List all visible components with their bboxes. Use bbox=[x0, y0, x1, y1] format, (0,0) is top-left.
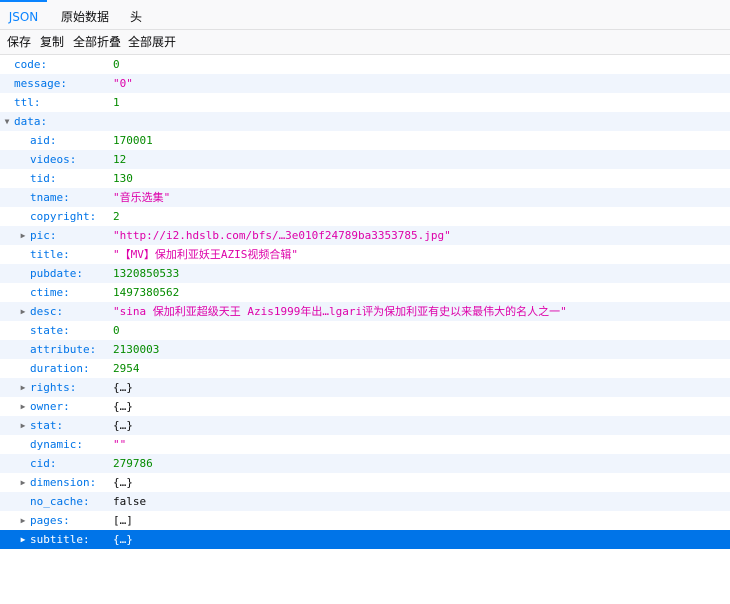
tree-row[interactable]: pubdate: 1320850533 bbox=[0, 264, 730, 283]
tree-row-value: 0 bbox=[113, 324, 120, 337]
tree-row-key: videos: bbox=[30, 153, 77, 166]
tree-row-key: desc: bbox=[30, 305, 64, 318]
tree-row-key: duration: bbox=[30, 362, 90, 375]
tree-row-key: subtitle: bbox=[30, 533, 90, 546]
tree-row-key: cid: bbox=[30, 457, 57, 470]
tree-row-value: 2 bbox=[113, 210, 120, 223]
tree-row[interactable]: duration: 2954 bbox=[0, 359, 730, 378]
tree-row[interactable]: tname: "音乐选集" bbox=[0, 188, 730, 207]
tree-row-value: {…} bbox=[113, 533, 133, 546]
tree-row-key: pic: bbox=[30, 229, 57, 242]
collapsed-arrow-icon[interactable]: ▶ bbox=[18, 530, 28, 549]
collapsed-arrow-icon[interactable]: ▶ bbox=[18, 302, 28, 321]
collapsed-arrow-icon[interactable]: ▶ bbox=[18, 397, 28, 416]
tree-row-value: "音乐选集" bbox=[113, 191, 171, 204]
tree-row-value: "http://i2.hdslb.com/bfs/…3e010f24789ba3… bbox=[113, 229, 451, 242]
tree-row-value: {…} bbox=[113, 476, 133, 489]
tree-row[interactable]: ▶ stat: {…} bbox=[0, 416, 730, 435]
tree-row-key: state: bbox=[30, 324, 70, 337]
tree-row-value: 2130003 bbox=[113, 343, 160, 356]
tree-row[interactable]: dynamic: "" bbox=[0, 435, 730, 454]
collapsed-arrow-icon[interactable]: ▶ bbox=[18, 416, 28, 435]
tab-raw-data[interactable]: 原始数据 bbox=[53, 0, 117, 30]
collapsed-arrow-icon[interactable]: ▶ bbox=[18, 511, 28, 530]
tree-row-key: copyright: bbox=[30, 210, 97, 223]
tree-row-key: title: bbox=[30, 248, 70, 261]
collapsed-arrow-icon[interactable]: ▶ bbox=[18, 473, 28, 492]
tree-row-key: no_cache: bbox=[30, 495, 90, 508]
tree-row-value: 1 bbox=[113, 96, 120, 109]
tree-row-key: message: bbox=[14, 77, 67, 90]
tree-row[interactable]: copyright: 2 bbox=[0, 207, 730, 226]
tree-row[interactable]: title: "【MV】保加利亚妖王AZIS视频合辑" bbox=[0, 245, 730, 264]
tree-row-key: dynamic: bbox=[30, 438, 83, 451]
tree-row-key: pages: bbox=[30, 514, 70, 527]
tree-row-value: "sina 保加利亚超级天王 Azis1999年出…lgari评为保加利亚有史以… bbox=[113, 305, 567, 318]
tree-row[interactable]: state: 0 bbox=[0, 321, 730, 340]
tree-row-value: false bbox=[113, 495, 147, 508]
tree-row[interactable]: ▶ rights: {…} bbox=[0, 378, 730, 397]
tree-row[interactable]: ▶ pages: […] bbox=[0, 511, 730, 530]
tree-row-value: […] bbox=[113, 514, 133, 527]
tree-row-key: aid: bbox=[30, 134, 57, 147]
tree-row-value: {…} bbox=[113, 400, 133, 413]
tree-row-key: stat: bbox=[30, 419, 64, 432]
tree-row-key: dimension: bbox=[30, 476, 97, 489]
tree-row[interactable]: ▶ subtitle: {…} bbox=[0, 530, 730, 549]
tree-row-key: owner: bbox=[30, 400, 70, 413]
tree-row-value: "0" bbox=[113, 77, 133, 90]
tree-row-value: 12 bbox=[113, 153, 127, 166]
tree-row-value: 130 bbox=[113, 172, 133, 185]
tree-row-value: 279786 bbox=[113, 457, 153, 470]
tree-row-key: tname: bbox=[30, 191, 70, 204]
tree-row-key: code: bbox=[14, 58, 48, 71]
tree-row-key: ctime: bbox=[30, 286, 70, 299]
tree-row-value: 2954 bbox=[113, 362, 140, 375]
tree-row[interactable]: no_cache: false bbox=[0, 492, 730, 511]
tree-row[interactable]: ctime: 1497380562 bbox=[0, 283, 730, 302]
tree-row[interactable]: cid: 279786 bbox=[0, 454, 730, 473]
tree-row-key: rights: bbox=[30, 381, 77, 394]
tree-row-value: 170001 bbox=[113, 134, 153, 147]
tree-row-value: "" bbox=[113, 438, 127, 451]
tree-row[interactable]: tid: 130 bbox=[0, 169, 730, 188]
tree-row[interactable]: code: 0 bbox=[0, 55, 730, 74]
toolbar: 保存 复制 全部折叠 全部展开 bbox=[0, 30, 730, 55]
tree-row-key: tid: bbox=[30, 172, 57, 185]
tree-row-value: {…} bbox=[113, 419, 133, 432]
tree-row[interactable]: videos: 12 bbox=[0, 150, 730, 169]
tree-row[interactable]: attribute: 2130003 bbox=[0, 340, 730, 359]
expand-all-button[interactable]: 全部展开 bbox=[125, 32, 179, 53]
collapsed-arrow-icon[interactable]: ▶ bbox=[18, 226, 28, 245]
tree-row-key: pubdate: bbox=[30, 267, 83, 280]
copy-button[interactable]: 复制 bbox=[37, 32, 67, 53]
tree-row[interactable]: ▼ data: bbox=[0, 112, 730, 131]
tree-row-value: {…} bbox=[113, 381, 133, 394]
save-button[interactable]: 保存 bbox=[4, 32, 34, 53]
tree-row[interactable]: ▶ owner: {…} bbox=[0, 397, 730, 416]
tree-row-value: 1497380562 bbox=[113, 286, 180, 299]
tree-row[interactable]: ▶ desc: "sina 保加利亚超级天王 Azis1999年出…lgari评为保… bbox=[0, 302, 730, 321]
tree-row-key: attribute: bbox=[30, 343, 97, 356]
collapse-all-button[interactable]: 全部折叠 bbox=[70, 32, 124, 53]
tree-row-value: "【MV】保加利亚妖王AZIS视频合辑" bbox=[113, 248, 298, 261]
tree-row-key: ttl: bbox=[14, 96, 41, 109]
collapsed-arrow-icon[interactable]: ▶ bbox=[18, 378, 28, 397]
tree-row-key: data: bbox=[14, 115, 48, 128]
tree-row[interactable]: ▶ pic: "http://i2.hdslb.com/bfs/…3e010f247… bbox=[0, 226, 730, 245]
tab-bar: JSON 原始数据 头 bbox=[0, 0, 730, 31]
tab-json[interactable]: JSON bbox=[0, 0, 47, 31]
tree-row[interactable]: ttl: 1 bbox=[0, 93, 730, 112]
tree-row-value: 0 bbox=[113, 58, 120, 71]
tree-row-value: 1320850533 bbox=[113, 267, 180, 280]
tree-row[interactable]: ▶ dimension: {…} bbox=[0, 473, 730, 492]
expanded-arrow-icon[interactable]: ▼ bbox=[2, 112, 12, 131]
tab-headers[interactable]: 头 bbox=[122, 0, 150, 30]
tree-row[interactable]: aid: 170001 bbox=[0, 131, 730, 150]
tree-row[interactable]: message: "0" bbox=[0, 74, 730, 93]
